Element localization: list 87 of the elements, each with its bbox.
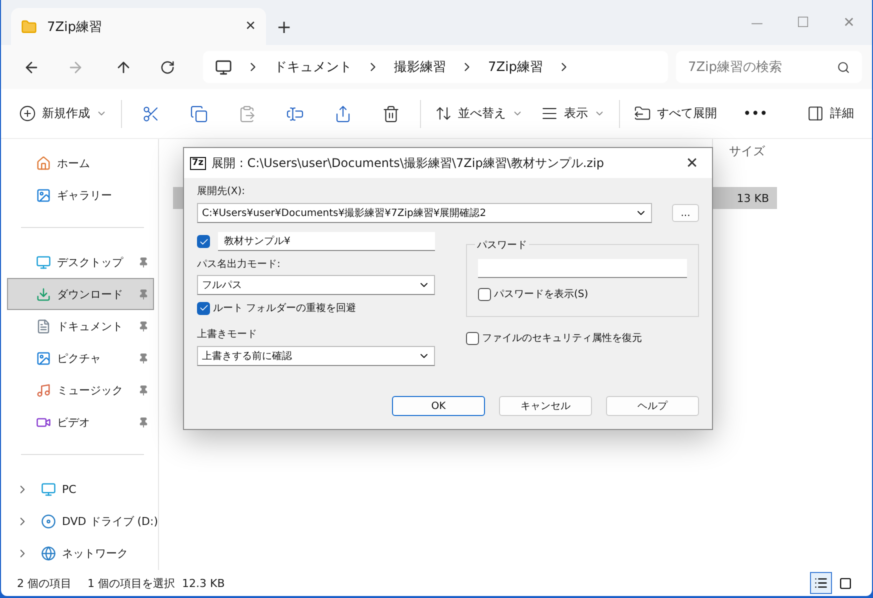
folder-icon — [21, 18, 37, 34]
item-count: 2 個の項目 — [17, 576, 72, 590]
restore-security-checkbox[interactable] — [466, 332, 479, 344]
dialog-button[interactable]: キャンセル — [499, 396, 592, 416]
dialog-button[interactable]: ヘルプ — [606, 396, 699, 416]
text-cursor-icon — [286, 104, 304, 122]
subfolder-field[interactable]: 教材サンプル¥ — [218, 232, 435, 251]
destination-label: 展開先(X): — [197, 184, 246, 198]
avoid-root-label: ルート フォルダーの重複を回避 — [213, 302, 356, 315]
details-view-button[interactable] — [810, 572, 832, 594]
password-field[interactable] — [478, 259, 687, 278]
disc-icon — [41, 514, 56, 528]
pin-icon — [138, 288, 149, 300]
more-button[interactable]: ••• — [727, 96, 784, 132]
check-icon — [198, 303, 208, 313]
dialog-close-button[interactable]: ✕ — [672, 148, 712, 178]
dialog-title: 展開 : C:\Users\user\Documents\撮影練習\7Zip練習\教材サンプル.zip — [212, 154, 604, 172]
search-icon — [837, 60, 850, 74]
browse-button[interactable]: ... — [672, 204, 699, 222]
refresh-icon — [160, 60, 174, 74]
monitor-icon — [41, 482, 56, 496]
folder-arrow-icon — [634, 105, 651, 122]
music-note-icon — [36, 382, 51, 398]
lines-icon — [541, 105, 558, 122]
sidebar-item[interactable]: ネットワーク — [7, 537, 154, 569]
toolbar-button[interactable]: 詳細 — [807, 96, 862, 132]
pin-icon — [138, 384, 149, 396]
selection-info: 1 個の項目を選択 12.3 KB — [88, 576, 225, 590]
search-field[interactable]: 7Zip練習の検索 — [676, 51, 862, 83]
globe-icon — [41, 546, 56, 560]
show-password-label: パスワードを表示(S) — [494, 288, 588, 301]
sidebar-item[interactable]: PC — [7, 473, 154, 505]
password-group-label: パスワード — [475, 238, 529, 252]
destination-combo[interactable]: C:¥Users¥user¥Documents¥撮影練習¥7Zip練習¥展開確認2 — [197, 203, 652, 223]
sidebar-item[interactable]: ミュージック — [7, 374, 154, 406]
sidebar-item[interactable]: デスクトップ — [7, 246, 154, 278]
sidebar-item[interactable]: ギャラリー — [7, 179, 154, 211]
sidebar-item[interactable]: ビデオ — [7, 406, 154, 438]
restore-security-label: ファイルのセキュリティ属性を復元 — [482, 332, 642, 345]
sidebar-item[interactable]: ピクチャ — [7, 342, 154, 374]
overwrite-combo[interactable]: 上書きする前に確認 — [197, 346, 435, 366]
pin-icon — [138, 256, 149, 268]
pin-icon — [138, 320, 149, 332]
copy-icon — [190, 104, 208, 122]
clipboard-icon — [238, 104, 256, 122]
breadcrumb-item[interactable]: 7Zip練習 — [488, 58, 544, 76]
pc-icon — [215, 58, 232, 76]
trash-icon — [382, 104, 400, 122]
subfolder-checkbox[interactable] — [197, 235, 210, 248]
size-cell: 13 KB — [736, 192, 769, 204]
avoid-root-checkbox[interactable] — [197, 302, 210, 314]
square-icon — [838, 576, 852, 590]
explorer-tab[interactable]: 7Zip練習 ✕ — [11, 8, 266, 45]
sort-icon — [435, 105, 452, 122]
home-icon — [36, 156, 51, 170]
app-logo: 7z — [190, 156, 206, 170]
address-bar[interactable]: ドキュメント 撮影練習 7Zip練習 — [203, 51, 668, 83]
tab-close-button[interactable]: ✕ — [245, 19, 256, 34]
panel-icon — [807, 105, 824, 122]
dialog-button[interactable]: OK — [392, 396, 485, 416]
download-icon — [36, 286, 51, 302]
pin-icon — [138, 416, 149, 428]
new-tab-button[interactable]: + — [266, 9, 302, 45]
sidebar-item[interactable]: ダウンロード — [7, 278, 154, 310]
tab-title: 7Zip練習 — [47, 18, 102, 36]
toolbar-button[interactable]: 並べ替え — [427, 96, 531, 132]
list-icon — [814, 576, 828, 590]
pin-icon — [138, 352, 149, 364]
breadcrumb-item[interactable]: ドキュメント — [274, 58, 352, 76]
toolbar-button[interactable]: 表示 — [533, 96, 613, 132]
sidebar-item[interactable]: ホーム — [7, 147, 154, 179]
overwrite-label: 上書きモード — [197, 328, 258, 341]
path-mode-combo[interactable]: フルパス — [197, 275, 435, 295]
image-icon — [36, 188, 51, 202]
path-mode-label: パス名出力モード: — [197, 258, 282, 271]
toolbar-button[interactable]: すべて展開 — [626, 96, 725, 132]
plus-circle-icon — [19, 105, 36, 122]
monitor-icon — [36, 254, 51, 270]
show-password-checkbox[interactable] — [478, 288, 491, 300]
document-icon — [36, 318, 51, 334]
share-icon — [334, 104, 352, 122]
breadcrumb-item[interactable]: 撮影練習 — [394, 58, 446, 76]
sidebar-item[interactable]: ドキュメント — [7, 310, 154, 342]
scissors-icon — [142, 104, 160, 122]
check-icon — [198, 236, 208, 246]
toolbar-button[interactable]: 新規作成 — [11, 96, 115, 132]
image-icon — [36, 350, 51, 366]
